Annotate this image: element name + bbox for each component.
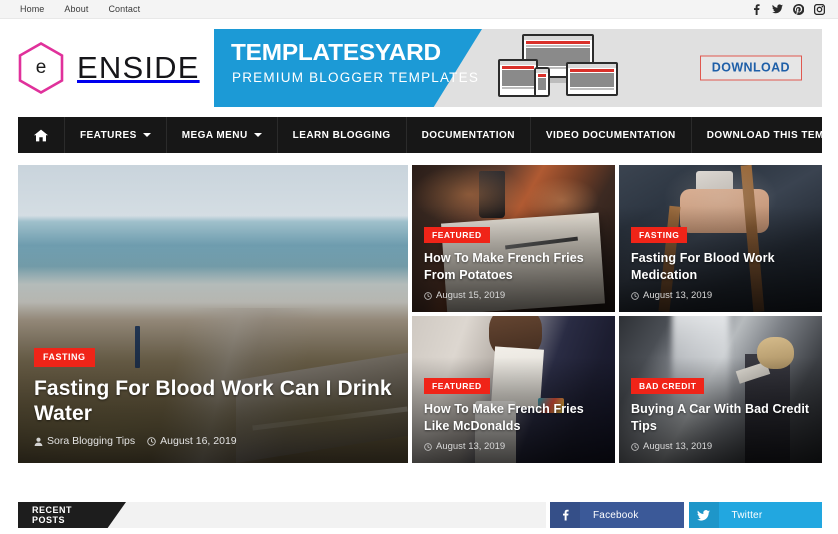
post-author: Sora Blogging Tips xyxy=(34,435,135,447)
recent-posts-label: RECENT POSTS xyxy=(18,502,126,528)
post-meta: August 13, 2019 xyxy=(424,441,603,452)
device-mockups-image xyxy=(496,34,624,104)
bottom-row: RECENT POSTS Facebook Twitter xyxy=(18,502,822,528)
nav-item-documentation-label: DOCUMENTATION xyxy=(421,129,515,141)
nav-item-features-label: FEATURES xyxy=(80,129,137,141)
recent-posts-header: RECENT POSTS xyxy=(18,502,546,528)
post-title: Fasting For Blood Work Can I Drink Water xyxy=(34,376,392,425)
user-icon xyxy=(34,437,43,446)
site-logo[interactable]: e ENSIDE xyxy=(14,41,210,95)
brand-name: ENSIDE xyxy=(77,50,200,85)
nav-item-download-this-template-label: DOWNLOAD THIS TEMPLATE xyxy=(706,129,838,141)
twitter-icon xyxy=(688,502,719,528)
instagram-icon[interactable] xyxy=(814,3,825,15)
main-navigation: FEATURES MEGA MENU LEARN BLOGGING DOCUME… xyxy=(18,117,838,153)
featured-row-bottom: FEATURED How To Make French Fries Like M… xyxy=(412,316,822,463)
banner-download-button[interactable]: DOWNLOAD xyxy=(699,55,802,81)
top-nav-item-about[interactable]: About xyxy=(54,0,98,19)
ad-banner[interactable]: TEMPLATESYARD PREMIUM BLOGGER TEMPLATES … xyxy=(214,29,822,107)
logo-letter: e xyxy=(35,56,47,78)
post-date-label: August 16, 2019 xyxy=(160,435,237,447)
post-category-badge[interactable]: FASTING xyxy=(631,226,688,244)
post-meta: August 13, 2019 xyxy=(631,441,810,452)
post-meta: August 13, 2019 xyxy=(631,290,810,301)
clock-icon xyxy=(147,436,156,446)
post-category-badge[interactable]: FEATURED xyxy=(424,377,490,395)
post-category-badge[interactable]: FASTING xyxy=(34,347,95,367)
featured-card-2[interactable]: FASTING Fasting For Blood Work Medicatio… xyxy=(619,165,822,312)
nav-item-learn-blogging[interactable]: LEARN BLOGGING xyxy=(278,117,407,153)
post-title: Buying A Car With Bad Credit Tips xyxy=(631,402,810,434)
featured-card-1[interactable]: FEATURED How To Make French Fries From P… xyxy=(412,165,615,312)
featured-main-post[interactable]: FASTING Fasting For Blood Work Can I Dri… xyxy=(18,165,408,463)
twitter-follow-label: Twitter xyxy=(731,509,763,521)
chevron-down-icon xyxy=(253,133,262,137)
nav-item-documentation[interactable]: DOCUMENTATION xyxy=(407,117,531,153)
nav-item-home[interactable] xyxy=(18,117,65,153)
banner-title: TEMPLATESYARD xyxy=(231,39,441,65)
post-title: How To Make French Fries Like McDonalds xyxy=(424,402,584,434)
post-title: Fasting For Blood Work Medication xyxy=(631,251,775,283)
post-meta: Sora Blogging Tips August 16, 2019 xyxy=(34,435,392,447)
nav-item-download-this-template[interactable]: DOWNLOAD THIS TEMPLATE xyxy=(692,117,838,153)
pinterest-icon[interactable] xyxy=(793,3,804,15)
nav-item-mega-menu-label: MEGA MENU xyxy=(181,129,248,141)
nav-item-learn-blogging-label: LEARN BLOGGING xyxy=(292,129,391,141)
post-date-label: August 15, 2019 xyxy=(436,290,506,301)
facebook-follow-label: Facebook xyxy=(593,509,639,521)
featured-card-3[interactable]: FEATURED How To Make French Fries Like M… xyxy=(412,316,615,463)
post-date: August 16, 2019 xyxy=(147,435,237,447)
featured-row-top: FEATURED How To Make French Fries From P… xyxy=(412,165,822,312)
post-author-label: Sora Blogging Tips xyxy=(47,435,136,447)
post-date-label: August 13, 2019 xyxy=(643,441,713,452)
facebook-icon xyxy=(550,502,580,528)
post-date: August 15, 2019 xyxy=(424,290,505,301)
clock-icon xyxy=(631,442,639,451)
hexagon-logo-icon: e xyxy=(16,41,66,95)
post-date: August 13, 2019 xyxy=(631,290,712,301)
top-social-links xyxy=(751,3,825,15)
clock-icon xyxy=(424,442,432,451)
post-category-badge[interactable]: FEATURED xyxy=(424,226,490,244)
clock-icon xyxy=(631,291,639,300)
post-title: How To Make French Fries From Potatoes xyxy=(424,251,584,283)
nav-item-features[interactable]: FEATURES xyxy=(65,117,167,153)
top-nav-item-contact[interactable]: Contact xyxy=(98,0,150,19)
post-date: August 13, 2019 xyxy=(424,441,505,452)
home-icon xyxy=(34,129,48,142)
featured-card-4[interactable]: BAD CREDIT Buying A Car With Bad Credit … xyxy=(619,316,822,463)
nav-item-video-documentation[interactable]: VIDEO DOCUMENTATION xyxy=(531,117,692,153)
nav-item-mega-menu[interactable]: MEGA MENU xyxy=(167,117,278,153)
facebook-icon[interactable] xyxy=(751,3,762,15)
banner-subtitle: PREMIUM BLOGGER TEMPLATES xyxy=(232,70,480,85)
chevron-down-icon xyxy=(142,133,151,137)
featured-posts-grid: FASTING Fasting For Blood Work Can I Dri… xyxy=(18,165,822,463)
post-date-label: August 13, 2019 xyxy=(643,290,713,301)
twitter-follow-button[interactable]: Twitter xyxy=(688,502,822,528)
top-bar: Home About Contact xyxy=(0,0,838,19)
post-date-label: August 13, 2019 xyxy=(436,441,506,452)
top-nav: Home About Contact xyxy=(14,0,150,19)
nav-item-video-documentation-label: VIDEO DOCUMENTATION xyxy=(545,129,676,141)
top-nav-item-home[interactable]: Home xyxy=(14,0,54,19)
post-meta: August 15, 2019 xyxy=(424,290,603,301)
post-category-badge[interactable]: BAD CREDIT xyxy=(631,377,705,395)
clock-icon xyxy=(424,291,432,300)
social-follow-buttons: Facebook Twitter xyxy=(550,502,822,528)
twitter-icon[interactable] xyxy=(772,4,783,15)
facebook-follow-button[interactable]: Facebook xyxy=(550,502,684,528)
site-header: e ENSIDE TEMPLATESYARD PREMIUM BLOGGER T… xyxy=(0,19,838,117)
featured-side-grid: FEATURED How To Make French Fries From P… xyxy=(412,165,822,463)
post-date: August 13, 2019 xyxy=(631,441,712,452)
